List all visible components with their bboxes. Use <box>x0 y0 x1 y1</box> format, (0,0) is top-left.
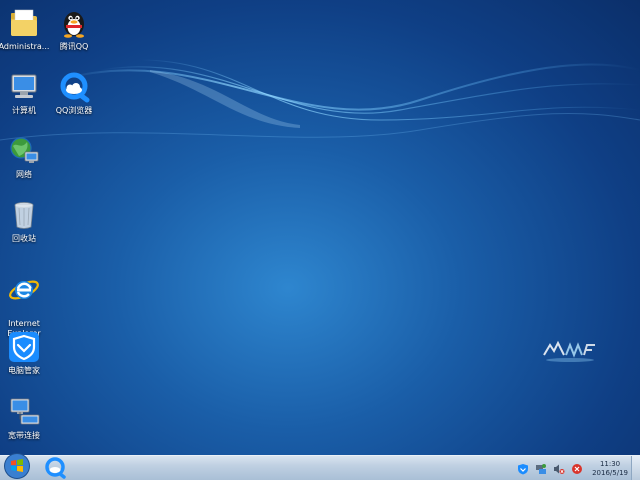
pc-manager-shield-icon <box>9 332 39 362</box>
icon-label: 宽带连接 <box>8 431 40 440</box>
desktop-icon-pc-manager[interactable]: 电脑管家 <box>0 330 54 376</box>
desktop: Administra... 腾讯QQ 计算机 QQ浏览器 网络 回收站 Inte… <box>0 0 640 480</box>
taskbar-qq-browser-icon[interactable] <box>40 456 70 480</box>
desktop-icon-broadband-connection[interactable]: 宽带连接 <box>0 395 54 441</box>
desktop-icon-qq-browser[interactable]: QQ浏览器 <box>44 70 104 116</box>
qq-penguin-icon <box>64 12 84 38</box>
broadband-connection-icon <box>10 398 40 425</box>
shield-icon[interactable] <box>517 463 529 475</box>
icon-label: QQ浏览器 <box>55 106 93 115</box>
icon-label: 电脑管家 <box>8 366 40 375</box>
ylmf-logo <box>543 340 595 362</box>
volume-muted-icon[interactable] <box>553 463 565 475</box>
clock-date: 2016/5/19 <box>592 469 628 477</box>
show-desktop-button[interactable] <box>631 456 640 480</box>
desktop-icon-tencent-qq[interactable]: 腾讯QQ <box>44 6 104 52</box>
qq-browser-icon <box>60 72 90 103</box>
recycle-bin-icon <box>14 202 34 229</box>
ie-icon <box>9 280 39 300</box>
windows-orb-icon[interactable] <box>2 451 32 480</box>
desktop-icon-recycle-bin[interactable]: 回收站 <box>0 198 54 244</box>
icon-label: 回收站 <box>12 234 36 243</box>
network-status-icon[interactable] <box>535 463 547 475</box>
computer-icon <box>11 74 37 98</box>
desktop-icon-network[interactable]: 网络 <box>0 134 54 180</box>
taskbar: 11:30 2016/5/19 <box>0 453 640 480</box>
clock[interactable]: 11:30 2016/5/19 <box>592 460 628 478</box>
system-tray: 11:30 2016/5/19 <box>514 459 628 479</box>
icon-label: 网络 <box>16 170 32 179</box>
clock-time: 11:30 <box>599 460 621 468</box>
alert-icon[interactable] <box>571 463 583 475</box>
user-folder-icon <box>11 9 37 36</box>
network-icon <box>10 137 39 163</box>
icon-label: 腾讯QQ <box>59 42 89 51</box>
